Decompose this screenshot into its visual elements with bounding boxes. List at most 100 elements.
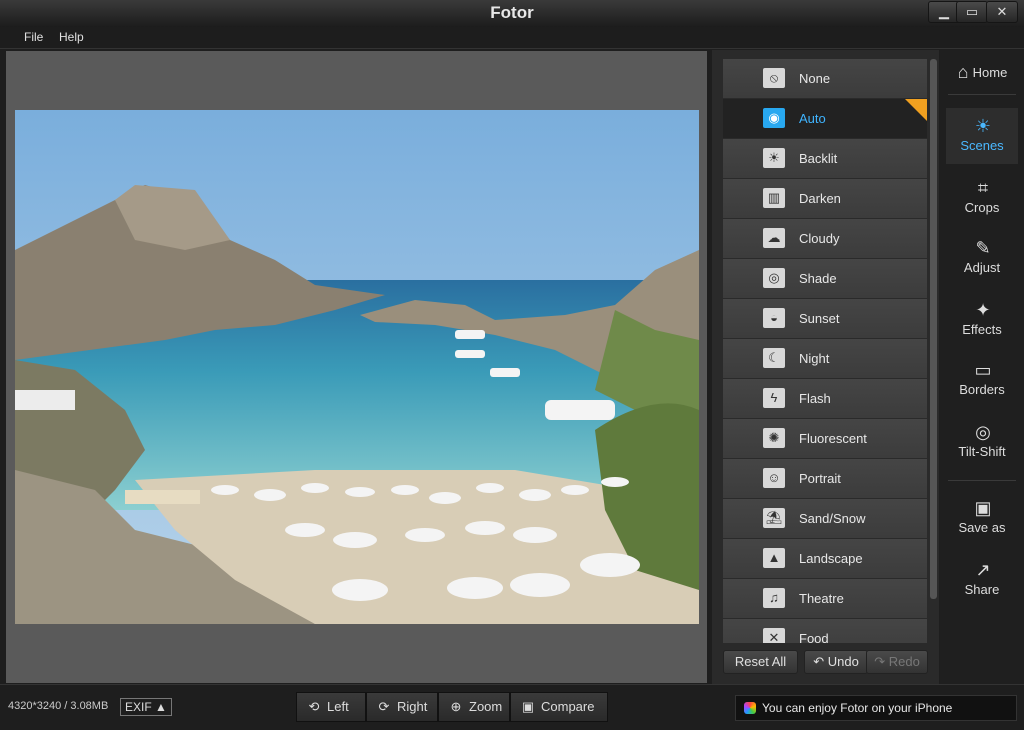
scene-item-auto[interactable]: ◉ Auto xyxy=(723,99,927,139)
nav-borders[interactable]: ▭ Borders xyxy=(946,352,1018,408)
scene-item-label: Darken xyxy=(799,191,841,206)
scene-theatre-icon: ♫ xyxy=(763,588,785,608)
maximize-icon: ▭ xyxy=(965,4,979,19)
scene-item-label: Auto xyxy=(799,111,826,126)
compare-image-icon: ▣ xyxy=(521,699,535,714)
scene-item-none[interactable]: ⦸ None xyxy=(723,59,927,99)
sun-icon: ☀ xyxy=(974,116,992,136)
scene-portrait-icon: ☺ xyxy=(763,468,785,488)
target-icon: ◎ xyxy=(975,422,991,442)
frame-icon: ▭ xyxy=(974,360,992,380)
scene-item-night[interactable]: ☾ Night xyxy=(723,339,927,379)
zoom-button[interactable]: ⊕ Zoom xyxy=(438,692,510,722)
scene-food-icon: ✕ xyxy=(763,628,785,643)
undo-icon: ↶ xyxy=(813,654,828,669)
minimize-icon: ▁ xyxy=(939,4,949,19)
rotate-right-icon: ⟳ xyxy=(378,699,390,714)
scene-flash-icon: ϟ xyxy=(763,388,785,408)
image-canvas[interactable] xyxy=(6,51,707,683)
scene-item-flash[interactable]: ϟ Flash xyxy=(723,379,927,419)
nav-label: Save as xyxy=(958,520,1006,535)
maximize-button[interactable]: ▭ xyxy=(956,1,988,23)
scene-item-theatre[interactable]: ♫ Theatre xyxy=(723,579,927,619)
app-title: Fotor xyxy=(490,3,534,22)
menu-help[interactable]: Help xyxy=(53,27,90,48)
nav-label: Share xyxy=(964,582,1000,597)
scene-item-portrait[interactable]: ☺ Portrait xyxy=(723,459,927,499)
scene-item-food[interactable]: ✕ Food xyxy=(723,619,927,643)
redo-button[interactable]: ↷ Redo xyxy=(866,650,928,674)
scene-list[interactable]: ⦸ None ◉ Auto ☀ Backlit ▥ Darken ☁ Cloudy ◎ Shade ◒ S… xyxy=(723,59,927,643)
pencil-icon: ✎ xyxy=(975,238,991,258)
scene-sunset-icon: ◒ xyxy=(763,308,785,328)
nav-scenes[interactable]: ☀ Scenes xyxy=(946,108,1018,164)
fotor-logo-icon xyxy=(744,702,756,714)
rotate-right-label: Right xyxy=(397,699,428,714)
share-arrow-icon: ↗ xyxy=(975,560,991,580)
premium-star-icon xyxy=(905,99,927,121)
compare-button[interactable]: ▣ Compare xyxy=(510,692,608,722)
scene-item-label: Backlit xyxy=(799,151,838,166)
scene-none-icon: ⦸ xyxy=(763,68,785,88)
redo-label: Redo xyxy=(888,654,920,669)
rotate-left-button[interactable]: ⟲ Left xyxy=(296,692,366,722)
nav-separator xyxy=(948,480,1016,481)
scene-sand-snow-icon: ⛱ xyxy=(763,508,785,528)
floppy-icon: ▣ xyxy=(974,498,992,518)
main-nav: ⌂ Home ☀ Scenes ⌗ Crops ✎ Adjust ✦ Effects ▭ Border… xyxy=(940,50,1024,684)
scene-item-label: Sand/Snow xyxy=(799,511,866,526)
scene-item-label: Food xyxy=(799,631,829,643)
nav-label: Effects xyxy=(962,322,1002,337)
nav-label: Tilt-Shift xyxy=(958,444,1006,459)
scene-item-darken[interactable]: ▥ Darken xyxy=(723,179,927,219)
photo-preview[interactable] xyxy=(15,110,699,624)
rotate-left-label: Left xyxy=(327,699,349,714)
scene-item-sand-snow[interactable]: ⛱ Sand/Snow xyxy=(723,499,927,539)
zoom-label: Zoom xyxy=(469,699,503,714)
scene-item-sunset[interactable]: ◒ Sunset xyxy=(723,299,927,339)
close-icon: ✕ xyxy=(996,4,1008,19)
menu-bar xyxy=(0,27,1024,49)
undo-label: Undo xyxy=(827,654,859,669)
scene-night-icon: ☾ xyxy=(763,348,785,368)
nav-save-as[interactable]: ▣ Save as xyxy=(946,490,1018,546)
nav-home[interactable]: ⌂ Home xyxy=(946,54,1018,94)
scene-cloudy-icon: ☁ xyxy=(763,228,785,248)
scene-item-fluorescent[interactable]: ✺ Fluorescent xyxy=(723,419,927,459)
nav-tilt-shift[interactable]: ◎ Tilt-Shift xyxy=(946,414,1018,470)
scene-item-label: None xyxy=(799,71,831,86)
compare-label: Compare xyxy=(541,699,595,714)
scene-item-backlit[interactable]: ☀ Backlit xyxy=(723,139,927,179)
scene-landscape-icon: ▲ xyxy=(763,548,785,568)
nav-adjust[interactable]: ✎ Adjust xyxy=(946,230,1018,286)
scene-item-label: Theatre xyxy=(799,591,844,606)
scene-item-label: Portrait xyxy=(799,471,841,486)
nav-label: Borders xyxy=(959,382,1005,397)
exif-toggle[interactable]: EXIF ▲ xyxy=(120,698,172,716)
close-button[interactable]: ✕ xyxy=(986,1,1018,23)
scene-item-cloudy[interactable]: ☁ Cloudy xyxy=(723,219,927,259)
scene-item-label: Fluorescent xyxy=(799,431,867,446)
scene-shade-icon: ◎ xyxy=(763,268,785,288)
scene-item-label: Shade xyxy=(799,271,837,286)
nav-share[interactable]: ↗ Share xyxy=(946,552,1018,608)
scene-darken-icon: ▥ xyxy=(763,188,785,208)
image-dimensions: 4320*3240 / 3.08MB xyxy=(8,700,109,712)
scene-auto-icon: ◉ xyxy=(763,108,785,128)
undo-button[interactable]: ↶ Undo xyxy=(804,650,868,674)
scene-item-label: Landscape xyxy=(799,551,863,566)
scene-list-scrollbar[interactable] xyxy=(930,59,937,599)
scene-item-label: Night xyxy=(799,351,830,366)
nav-label: Home xyxy=(972,65,1008,80)
scene-item-landscape[interactable]: ▲ Landscape xyxy=(723,539,927,579)
scene-item-shade[interactable]: ◎ Shade xyxy=(723,259,927,299)
rotate-right-button[interactable]: ⟳ Right xyxy=(366,692,438,722)
rotate-left-icon: ⟲ xyxy=(308,699,320,714)
nav-effects[interactable]: ✦ Effects xyxy=(946,292,1018,348)
menu-file[interactable]: File xyxy=(18,27,49,48)
nav-crops[interactable]: ⌗ Crops xyxy=(946,170,1018,226)
scene-backlit-icon: ☀ xyxy=(763,148,785,168)
iphone-promo[interactable]: You can enjoy Fotor on your iPhone xyxy=(735,695,1017,721)
scene-item-label: Sunset xyxy=(799,311,840,326)
reset-all-button[interactable]: Reset All xyxy=(723,650,798,674)
